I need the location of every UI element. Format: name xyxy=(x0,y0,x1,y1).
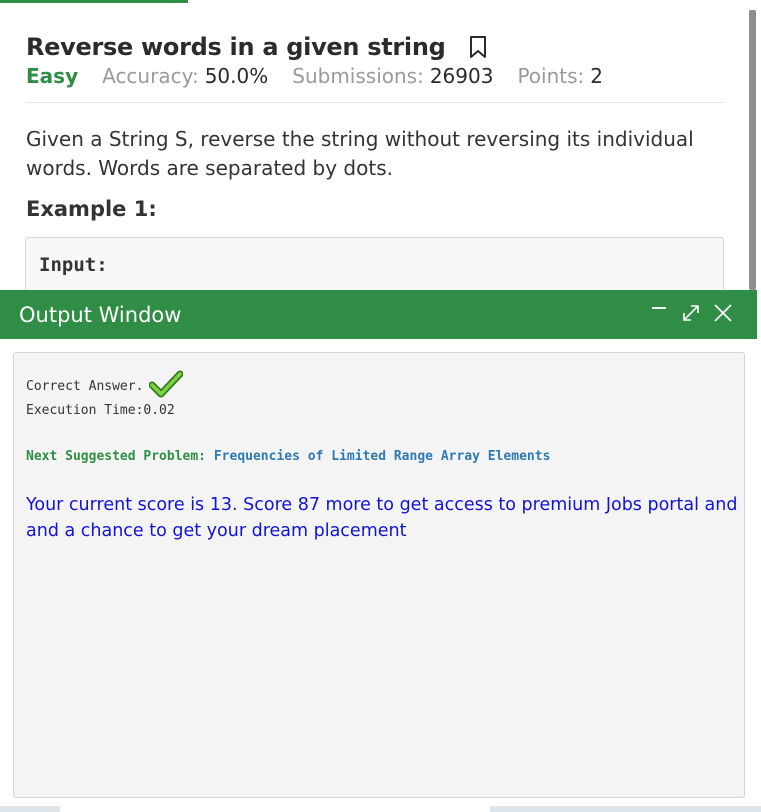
difficulty-badge: Easy xyxy=(26,64,79,88)
accuracy-label: Accuracy: xyxy=(102,64,199,88)
output-console: Correct Answer. Execution Time:0.02 Next… xyxy=(13,352,745,798)
accuracy-value: 50.0% xyxy=(204,64,269,88)
problem-title: Reverse words in a given string xyxy=(26,33,446,61)
submissions-value: 26903 xyxy=(429,64,494,88)
bottom-input-field[interactable] xyxy=(60,806,490,812)
close-icon[interactable] xyxy=(712,300,734,326)
score-message-line-1: Your current score is 13. Score 87 more … xyxy=(26,495,738,515)
result-line: Correct Answer. xyxy=(26,370,184,398)
example-heading: Example 1: xyxy=(26,197,157,221)
score-message-line-2: and a chance to get your dream placement xyxy=(26,521,407,541)
top-progress-accent xyxy=(0,0,188,3)
problem-panel: Reverse words in a given string Easy Acc… xyxy=(26,30,724,221)
expand-icon[interactable] xyxy=(680,300,702,326)
next-suggested-label: Next Suggested Problem: xyxy=(26,449,207,464)
points-label: Points: xyxy=(517,64,585,88)
execution-time: Execution Time:0.02 xyxy=(26,403,175,418)
output-window: Output Window Correct Answer. Execution … xyxy=(0,290,757,812)
submissions-label: Submissions: xyxy=(292,64,424,88)
page-scrollbar[interactable] xyxy=(749,10,756,290)
next-suggested-problem: Next Suggested Problem: Frequencies of L… xyxy=(26,449,550,464)
problem-meta: Easy Accuracy: 50.0% Submissions: 26903 … xyxy=(26,64,724,103)
bookmark-icon[interactable] xyxy=(468,35,488,59)
next-problem-link[interactable]: Frequencies of Limited Range Array Eleme… xyxy=(214,449,551,464)
result-text: Correct Answer. xyxy=(26,378,144,394)
minimize-icon[interactable] xyxy=(650,300,668,324)
output-window-header[interactable]: Output Window xyxy=(0,290,757,339)
checkmark-icon xyxy=(149,370,184,398)
score-message: Your current score is 13. Score 87 more … xyxy=(26,492,738,544)
problem-description: Given a String S, reverse the string wit… xyxy=(26,127,694,180)
points-value: 2 xyxy=(590,64,604,88)
example-input-label: Input: xyxy=(39,254,108,276)
output-window-title: Output Window xyxy=(19,303,182,327)
problem-title-row: Reverse words in a given string xyxy=(26,30,724,64)
